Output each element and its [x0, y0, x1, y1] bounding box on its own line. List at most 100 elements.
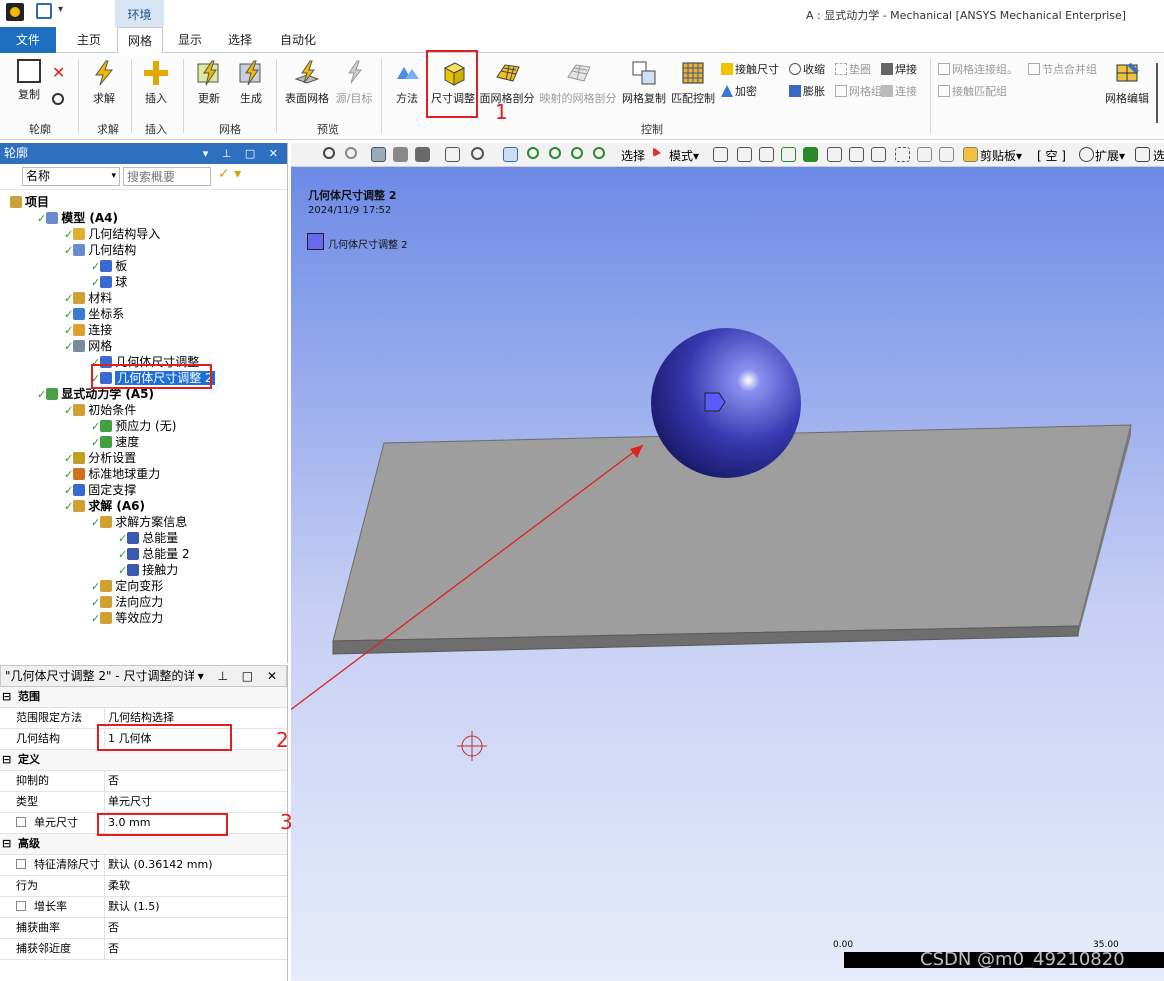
- details-row[interactable]: 增长率 默认 (1.5): [0, 897, 287, 918]
- select-mode-icon[interactable]: [653, 147, 661, 157]
- generate-button[interactable]: 生成: [236, 59, 266, 106]
- select-mode-dropdown[interactable]: 模式▾: [669, 147, 699, 164]
- context-tab-environment[interactable]: 环境: [115, 0, 164, 27]
- tree-node[interactable]: ✓ 板: [91, 258, 127, 274]
- tree-node[interactable]: ✓ 网格: [64, 338, 112, 354]
- tab-automation[interactable]: 自动化: [272, 27, 324, 53]
- details-row[interactable]: 捕获邻近度 否: [0, 939, 287, 960]
- tab-mesh[interactable]: 网格: [117, 27, 163, 54]
- tree-node[interactable]: ✓ 坐标系: [64, 306, 124, 322]
- sphere-body[interactable]: [651, 328, 801, 478]
- select-edge-icon[interactable]: [737, 147, 752, 162]
- parameter-checkbox[interactable]: [16, 901, 26, 911]
- refinement-button[interactable]: 加密: [721, 83, 757, 99]
- zoom-box-icon[interactable]: [549, 147, 561, 159]
- tree-node[interactable]: ✓ 几何结构导入: [64, 226, 160, 242]
- shrink-button[interactable]: 收缩: [789, 61, 825, 77]
- select-coordinate-icon[interactable]: [895, 147, 910, 162]
- insert-button[interactable]: 插入: [140, 59, 172, 106]
- property-value[interactable]: 否: [108, 918, 119, 938]
- update-button[interactable]: 更新: [192, 59, 226, 106]
- method-button[interactable]: 方法: [392, 59, 422, 106]
- delete-icon[interactable]: ✕: [52, 63, 65, 82]
- save-icon[interactable]: [36, 3, 52, 19]
- select-mesh-icon[interactable]: [871, 147, 886, 162]
- details-row[interactable]: 捕获曲率 否: [0, 918, 287, 939]
- solid-view-icon[interactable]: [371, 147, 386, 162]
- details-row[interactable]: 抑制的 否: [0, 771, 287, 792]
- contact-sizing-button[interactable]: 接触尺寸: [721, 61, 779, 77]
- solve-button[interactable]: 求解: [88, 59, 120, 106]
- property-value[interactable]: 默认 (0.36142 mm): [108, 855, 213, 875]
- clipboard-dropdown[interactable]: 剪贴板▾: [980, 147, 1022, 164]
- tree-node[interactable]: ✓ 定向变形: [91, 578, 163, 594]
- mesh-edit-button[interactable]: 网格编辑: [1103, 59, 1151, 106]
- select-element-face-icon[interactable]: [849, 147, 864, 162]
- tree-node[interactable]: ✓ 等效应力: [91, 610, 163, 626]
- graphics-viewport[interactable]: 几何体尺寸调整 2 2024/11/9 17:52 几何体尺寸调整 2 0.00…: [291, 167, 1164, 981]
- select-element-icon[interactable]: [803, 147, 818, 162]
- select-info-icon[interactable]: [939, 147, 954, 162]
- pinch-button[interactable]: 垫圈: [835, 61, 871, 77]
- parameter-checkbox[interactable]: [16, 859, 26, 869]
- tree-node[interactable]: ✓ 分析设置: [64, 450, 136, 466]
- property-value[interactable]: 单元尺寸: [108, 792, 152, 812]
- zoom-in-icon[interactable]: [323, 147, 335, 159]
- filter-options-icon[interactable]: ✓ ▾: [218, 166, 241, 182]
- tree-node[interactable]: ✓ 接触力: [118, 562, 178, 578]
- details-section[interactable]: ⊟ 范围: [0, 687, 287, 708]
- face-meshing-button[interactable]: 面网格剖分: [479, 59, 535, 106]
- property-value[interactable]: 柔软: [108, 876, 130, 896]
- select-extra-dropdown[interactable]: 选: [1153, 147, 1164, 164]
- match-control-button[interactable]: 匹配控制: [670, 59, 716, 106]
- tree-node[interactable]: ✓ 预应力 (无): [91, 418, 176, 434]
- box-select-icon[interactable]: [445, 147, 460, 162]
- copy-button[interactable]: 复制: [12, 59, 46, 102]
- mesh-copy-button[interactable]: 网格复制: [621, 59, 667, 106]
- tree-node[interactable]: ✓ 求解 (A6): [64, 498, 145, 514]
- contact-match-group-button[interactable]: 接触匹配组: [938, 83, 1007, 99]
- tree-node[interactable]: 项目: [10, 194, 49, 210]
- zoom-fit-icon[interactable]: [571, 147, 583, 159]
- tree-node[interactable]: ✓ 求解方案信息: [91, 514, 187, 530]
- connect-button[interactable]: 连接: [881, 83, 917, 99]
- tree-node[interactable]: ✓ 球: [91, 274, 127, 290]
- outline-search-input[interactable]: [123, 167, 211, 186]
- edges-view-icon[interactable]: [415, 147, 430, 162]
- surface-mesh-button[interactable]: 表面网格: [284, 59, 330, 106]
- rotate-icon[interactable]: [471, 147, 484, 160]
- zoom-icon[interactable]: [527, 147, 539, 159]
- details-section[interactable]: ⊟ 定义: [0, 750, 287, 771]
- inflate-button[interactable]: 膨胀: [789, 83, 825, 99]
- property-value[interactable]: 否: [108, 939, 119, 959]
- select-face-icon[interactable]: [759, 147, 774, 162]
- tree-node[interactable]: ✓ 固定支撑: [64, 482, 136, 498]
- select-body-icon[interactable]: [781, 147, 796, 162]
- tree-node[interactable]: ✓ 几何结构: [64, 242, 136, 258]
- search-icon[interactable]: [52, 93, 64, 105]
- tree-node[interactable]: ✓ 速度: [91, 434, 139, 450]
- mapped-face-button[interactable]: 映射的网格剖分: [539, 59, 617, 106]
- shaded-view-icon[interactable]: [393, 147, 408, 162]
- ribbon-overflow-icon[interactable]: [1156, 63, 1164, 123]
- panel-controls-icon[interactable]: ▾ ⊥ □ ✕: [203, 143, 283, 164]
- tree-node[interactable]: ✓ 总能量 2: [118, 546, 190, 562]
- zoom-out-icon[interactable]: [345, 147, 357, 159]
- tab-display[interactable]: 显示: [170, 27, 210, 53]
- details-section[interactable]: ⊟ 高级: [0, 834, 287, 855]
- quick-access-menu-icon[interactable]: ▾: [58, 4, 63, 15]
- tree-node[interactable]: ✓ 连接: [64, 322, 112, 338]
- tab-selection[interactable]: 选择: [220, 27, 260, 53]
- tab-file[interactable]: 文件: [0, 27, 56, 53]
- node-merge-group-button[interactable]: 节点合并组: [1028, 61, 1097, 77]
- property-value[interactable]: 默认 (1.5): [108, 897, 160, 917]
- tree-node[interactable]: ✓ 初始条件: [64, 402, 136, 418]
- collapse-icon[interactable]: ⊟: [2, 834, 11, 854]
- zoom-extent-icon[interactable]: [593, 147, 605, 159]
- select-comment-icon[interactable]: [917, 147, 932, 162]
- parameter-checkbox[interactable]: [16, 817, 26, 827]
- select-node-icon[interactable]: [827, 147, 842, 162]
- weld-button[interactable]: 焊接: [881, 61, 917, 77]
- details-row[interactable]: 特征清除尺寸 默认 (0.36142 mm): [0, 855, 287, 876]
- filter-name-dropdown[interactable]: 名称 ▾: [22, 167, 120, 186]
